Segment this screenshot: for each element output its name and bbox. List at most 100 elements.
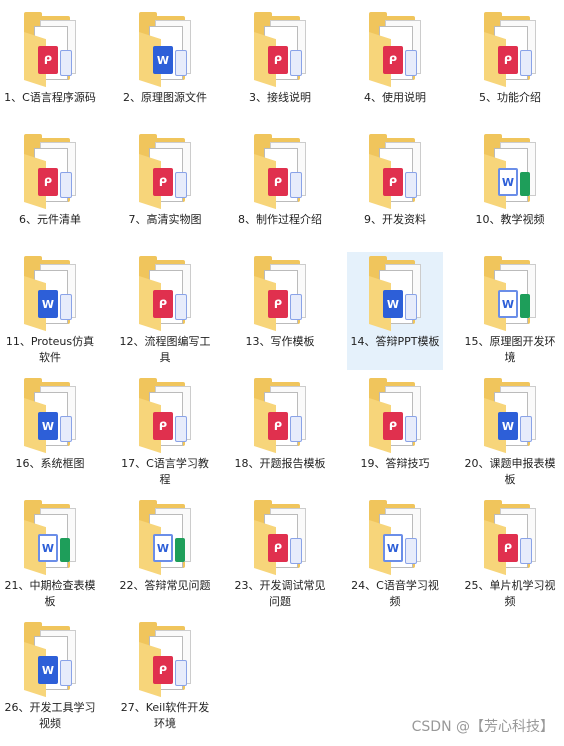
folder-icon: ᑭ (248, 134, 312, 210)
folder-label: 18、开题报告模板 (234, 457, 326, 470)
folder-label: 27、Keil软件开发环境 (120, 701, 210, 730)
folder-item[interactable]: W 14、答辩PPT模板 (347, 252, 443, 370)
word-icon: W (153, 46, 173, 74)
folder-label: 11、Proteus仿真软件 (5, 335, 95, 364)
folder-label: 17、C语言学习教程 (121, 457, 209, 486)
folder-label: 25、单片机学习视频 (464, 579, 556, 608)
folder-icon: W (18, 622, 82, 698)
folder-label: 22、答辩常见问题 (119, 579, 211, 592)
folder-item[interactable]: ᑭ 5、功能介绍 (462, 8, 558, 126)
folder-label: 26、开发工具学习视频 (4, 701, 96, 730)
folder-item[interactable]: ᑭ 1、C语言程序源码 (2, 8, 98, 126)
pdf-icon: ᑭ (38, 46, 58, 74)
folder-item[interactable]: ᑭ 8、制作过程介绍 (232, 130, 328, 248)
folder-item[interactable]: W 26、开发工具学习视频 (2, 618, 98, 736)
pdf-icon: ᑭ (268, 290, 288, 318)
folder-label: 19、答辩技巧 (360, 457, 430, 470)
word-icon: W (383, 290, 403, 318)
folder-icon: W (133, 12, 197, 88)
folder-item[interactable]: ᑭ 18、开题报告模板 (232, 374, 328, 492)
folder-icon: ᑭ (478, 500, 542, 576)
folder-label: 6、元件清单 (19, 213, 81, 226)
folder-icon: W (478, 134, 542, 210)
folder-icon: W (133, 500, 197, 576)
folder-icon: W (363, 256, 427, 332)
folder-label: 13、写作模板 (245, 335, 315, 348)
folder-label: 23、开发调试常见问题 (234, 579, 326, 608)
folder-item[interactable]: W 21、中期检查表模板 (2, 496, 98, 614)
folder-icon: ᑭ (133, 622, 197, 698)
folder-label: 16、系统框图 (15, 457, 85, 470)
pdf-icon: ᑭ (268, 168, 288, 196)
folder-item[interactable]: W 2、原理图源文件 (117, 8, 213, 126)
folder-icon: ᑭ (248, 12, 312, 88)
pdf-icon: ᑭ (153, 412, 173, 440)
folder-grid: ᑭ 1、C语言程序源码 W 2、原理图源文件 ᑭ 3、接线说明 ᑭ 4、使用说明 ᑭ 5、功能介绍… (0, 8, 564, 740)
folder-label: 9、开发资料 (364, 213, 426, 226)
folder-label: 2、原理图源文件 (123, 91, 207, 104)
folder-icon: W (363, 500, 427, 576)
folder-icon: W (478, 256, 542, 332)
pdf-icon: ᑭ (153, 290, 173, 318)
word-icon: W (498, 412, 518, 440)
folder-label: 14、答辩PPT模板 (350, 335, 440, 348)
watermark: CSDN @【芳心科技】 (411, 719, 554, 735)
folder-icon: ᑭ (18, 12, 82, 88)
folder-icon: ᑭ (363, 378, 427, 454)
folder-item[interactable]: ᑭ 3、接线说明 (232, 8, 328, 126)
folder-item[interactable]: ᑭ 17、C语言学习教程 (117, 374, 213, 492)
pdf-icon: ᑭ (498, 534, 518, 562)
pdf-icon: ᑭ (383, 412, 403, 440)
word-icon: W (38, 412, 58, 440)
folder-icon: ᑭ (363, 134, 427, 210)
word-icon: W (383, 534, 403, 562)
folder-item[interactable]: ᑭ 25、单片机学习视频 (462, 496, 558, 614)
folder-icon: ᑭ (478, 12, 542, 88)
folder-item[interactable]: W 15、原理图开发环境 (462, 252, 558, 370)
pdf-icon: ᑭ (268, 46, 288, 74)
folder-item[interactable]: ᑭ 13、写作模板 (232, 252, 328, 370)
folder-item[interactable]: ᑭ 9、开发资料 (347, 130, 443, 248)
folder-icon: W (18, 378, 82, 454)
folder-icon: ᑭ (363, 12, 427, 88)
folder-icon: W (18, 256, 82, 332)
folder-item[interactable]: W 10、教学视频 (462, 130, 558, 248)
folder-item[interactable]: W 22、答辩常见问题 (117, 496, 213, 614)
folder-item[interactable]: W 11、Proteus仿真软件 (2, 252, 98, 370)
folder-icon: ᑭ (248, 500, 312, 576)
folder-item[interactable]: W 16、系统框图 (2, 374, 98, 492)
folder-label: 3、接线说明 (249, 91, 311, 104)
pdf-icon: ᑭ (383, 46, 403, 74)
folder-label: 1、C语言程序源码 (4, 91, 96, 104)
folder-item[interactable]: ᑭ 19、答辩技巧 (347, 374, 443, 492)
folder-label: 12、流程图编写工具 (119, 335, 211, 364)
folder-item[interactable]: ᑭ 27、Keil软件开发环境 (117, 618, 213, 736)
folder-label: 8、制作过程介绍 (238, 213, 322, 226)
pdf-icon: ᑭ (383, 168, 403, 196)
folder-item[interactable]: W 20、课题申报表模板 (462, 374, 558, 492)
folder-icon: W (18, 500, 82, 576)
folder-label: 15、原理图开发环境 (464, 335, 556, 364)
folder-item[interactable]: ᑭ 7、高清实物图 (117, 130, 213, 248)
folder-item[interactable]: ᑭ 12、流程图编写工具 (117, 252, 213, 370)
folder-label: 7、高清实物图 (128, 213, 202, 226)
pdf-icon: ᑭ (268, 412, 288, 440)
word-icon: W (38, 290, 58, 318)
word-icon: W (498, 290, 518, 318)
folder-label: 5、功能介绍 (479, 91, 541, 104)
pdf-icon: ᑭ (153, 656, 173, 684)
folder-icon: ᑭ (133, 134, 197, 210)
folder-item[interactable]: ᑭ 23、开发调试常见问题 (232, 496, 328, 614)
folder-label: 10、教学视频 (475, 213, 545, 226)
folder-item[interactable]: ᑭ 6、元件清单 (2, 130, 98, 248)
folder-label: 21、中期检查表模板 (4, 579, 96, 608)
pdf-icon: ᑭ (38, 168, 58, 196)
folder-icon: ᑭ (248, 256, 312, 332)
folder-icon: ᑭ (248, 378, 312, 454)
word-icon: W (38, 534, 58, 562)
folder-item[interactable]: W 24、C语音学习视频 (347, 496, 443, 614)
folder-icon: W (478, 378, 542, 454)
pdf-icon: ᑭ (498, 46, 518, 74)
folder-item[interactable]: ᑭ 4、使用说明 (347, 8, 443, 126)
folder-icon: ᑭ (133, 378, 197, 454)
